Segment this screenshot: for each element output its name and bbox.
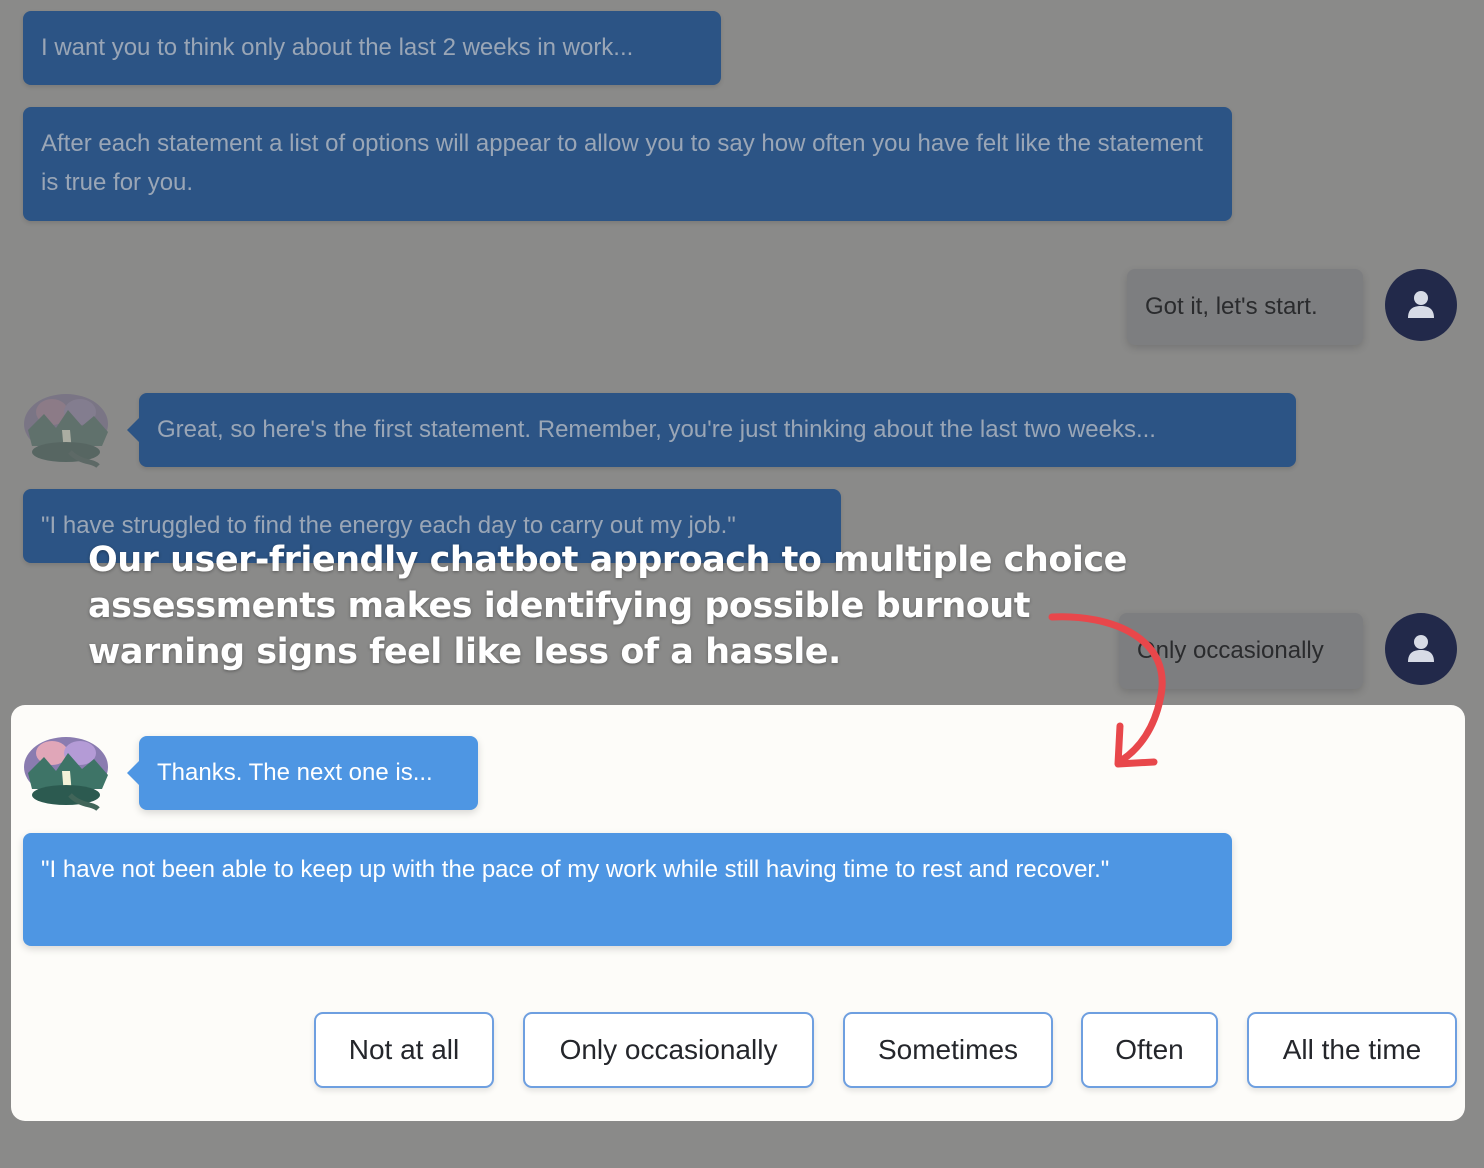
- user-avatar: [1385, 269, 1457, 341]
- choice-sometimes-button[interactable]: Sometimes: [843, 1012, 1053, 1088]
- choice-all-the-time-button[interactable]: All the time: [1247, 1012, 1457, 1088]
- brain-landscape-avatar-icon: [24, 737, 108, 811]
- user-icon: [1408, 291, 1434, 318]
- bot-avatar: [22, 390, 112, 470]
- overlay-caption: Our user-friendly chatbot approach to mu…: [88, 540, 1127, 672]
- choice-not-at-all-button[interactable]: Not at all: [314, 1012, 494, 1088]
- bot-message-instructions: After each statement a list of options w…: [23, 107, 1232, 221]
- bot-avatar-active: [22, 733, 112, 813]
- bot-message-statement-2: "I have not been able to keep up with th…: [23, 833, 1232, 946]
- user-icon: [1408, 635, 1434, 662]
- user-message-start: Got it, let's start.: [1127, 269, 1363, 345]
- curved-arrow-icon: [1048, 613, 1166, 768]
- choice-only-occasionally-button[interactable]: Only occasionally: [523, 1012, 814, 1088]
- choice-often-button[interactable]: Often: [1081, 1012, 1218, 1088]
- brain-landscape-avatar-icon: [24, 394, 108, 468]
- bot-message-intro-weeks: I want you to think only about the last …: [23, 11, 721, 85]
- bot-message-first-statement-intro: Great, so here's the first statement. Re…: [127, 393, 1296, 467]
- user-avatar-2: [1385, 613, 1457, 685]
- bot-message-next-intro: Thanks. The next one is...: [127, 736, 478, 810]
